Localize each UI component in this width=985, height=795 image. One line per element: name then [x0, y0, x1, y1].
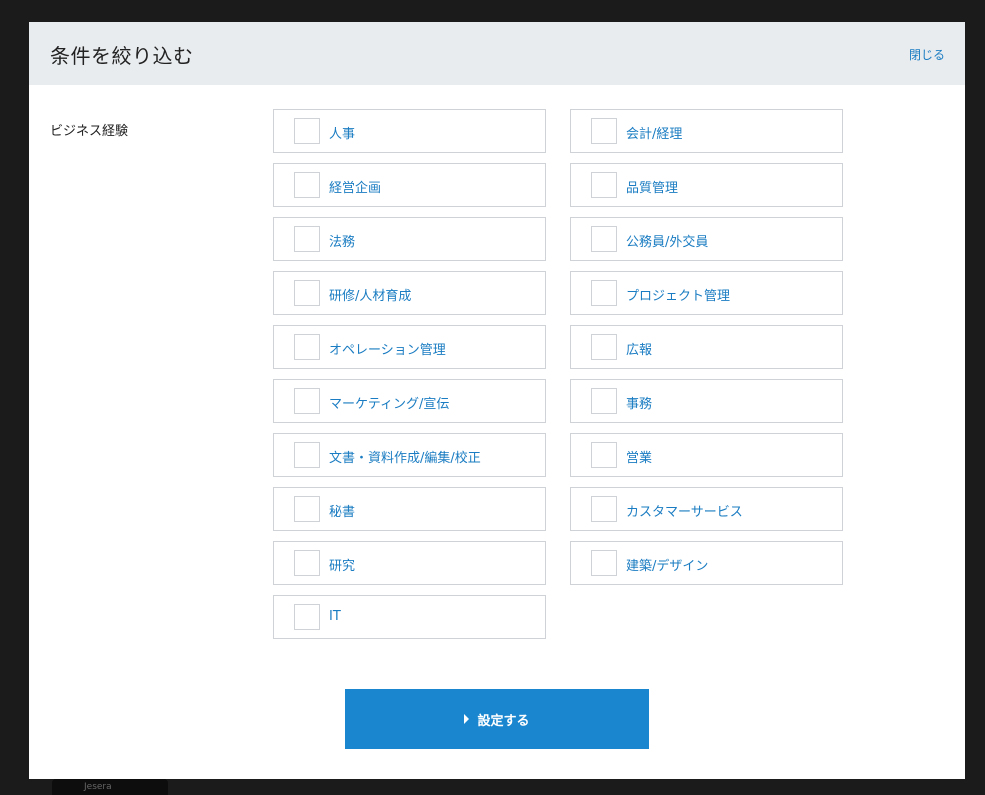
- option-item[interactable]: 経営企画: [273, 163, 546, 207]
- checkbox[interactable]: [591, 388, 617, 414]
- option-item[interactable]: プロジェクト管理: [570, 271, 843, 315]
- option-label: 公務員/外交員: [626, 235, 709, 250]
- option-label: 会計/経理: [626, 127, 683, 142]
- option-item[interactable]: IT: [273, 595, 546, 639]
- checkbox[interactable]: [591, 118, 617, 144]
- option-item[interactable]: マーケティング/宣伝: [273, 379, 546, 423]
- checkbox[interactable]: [294, 334, 320, 360]
- option-item[interactable]: 会計/経理: [570, 109, 843, 153]
- option-label: マーケティング/宣伝: [329, 397, 450, 412]
- checkbox[interactable]: [591, 172, 617, 198]
- section-label: ビジネス経験: [50, 124, 129, 139]
- option-item[interactable]: 広報: [570, 325, 843, 369]
- option-label: 法務: [329, 235, 356, 250]
- option-label: 事務: [626, 397, 653, 412]
- option-item[interactable]: 研究: [273, 541, 546, 585]
- checkbox[interactable]: [294, 604, 320, 630]
- option-label: 文書・資料作成/編集/校正: [329, 451, 481, 466]
- option-label: 人事: [329, 127, 356, 142]
- option-item[interactable]: 秘書: [273, 487, 546, 531]
- filter-modal: 条件を絞り込む 閉じる ビジネス経験 人事 会計/経理経営企画 品質管理法務 公務員/…: [29, 22, 965, 779]
- checkbox[interactable]: [591, 550, 617, 576]
- caret-right-icon: [464, 714, 470, 724]
- option-label: 建築/デザイン: [626, 559, 709, 574]
- checkbox[interactable]: [591, 334, 617, 360]
- background-thumbnail: Jesera: [52, 779, 168, 795]
- checkbox[interactable]: [294, 442, 320, 468]
- option-item[interactable]: 品質管理: [570, 163, 843, 207]
- option-label: 営業: [626, 451, 653, 466]
- option-label: 研修/人材育成: [329, 289, 412, 304]
- checkbox[interactable]: [294, 172, 320, 198]
- options-grid: 人事 会計/経理経営企画 品質管理法務 公務員/外交員研修/人材育成 プロジェクト管理オ…: [273, 109, 843, 639]
- modal-title: 条件を絞り込む: [50, 44, 194, 68]
- option-item[interactable]: 建築/デザイン: [570, 541, 843, 585]
- checkbox[interactable]: [591, 442, 617, 468]
- option-label: 研究: [329, 559, 356, 574]
- close-button[interactable]: 閉じる: [909, 46, 945, 63]
- checkbox[interactable]: [294, 496, 320, 522]
- checkbox[interactable]: [591, 226, 617, 252]
- checkbox[interactable]: [591, 280, 617, 306]
- option-label: 品質管理: [626, 181, 679, 196]
- checkbox[interactable]: [294, 550, 320, 576]
- option-item[interactable]: 文書・資料作成/編集/校正: [273, 433, 546, 477]
- checkbox[interactable]: [591, 496, 617, 522]
- option-label: オペレーション管理: [329, 343, 446, 358]
- checkbox[interactable]: [294, 118, 320, 144]
- option-item[interactable]: 研修/人材育成: [273, 271, 546, 315]
- background-thumbnail-text: Jesera: [84, 782, 112, 792]
- option-item[interactable]: 事務: [570, 379, 843, 423]
- option-item[interactable]: カスタマーサービス: [570, 487, 843, 531]
- option-item[interactable]: 人事: [273, 109, 546, 153]
- submit-button-label: 設定する: [477, 713, 530, 729]
- modal-header: 条件を絞り込む 閉じる: [29, 22, 965, 85]
- option-label: 経営企画: [329, 181, 382, 196]
- submit-button[interactable]: 設定する: [345, 689, 649, 749]
- option-label: 秘書: [329, 505, 356, 520]
- option-label: 広報: [626, 343, 653, 358]
- checkbox[interactable]: [294, 226, 320, 252]
- option-item[interactable]: 法務: [273, 217, 546, 261]
- option-item[interactable]: 公務員/外交員: [570, 217, 843, 261]
- option-label: プロジェクト管理: [626, 289, 731, 304]
- option-label: IT: [329, 609, 341, 624]
- option-label: カスタマーサービス: [626, 505, 743, 520]
- option-item[interactable]: 営業: [570, 433, 843, 477]
- option-item[interactable]: オペレーション管理: [273, 325, 546, 369]
- checkbox[interactable]: [294, 280, 320, 306]
- checkbox[interactable]: [294, 388, 320, 414]
